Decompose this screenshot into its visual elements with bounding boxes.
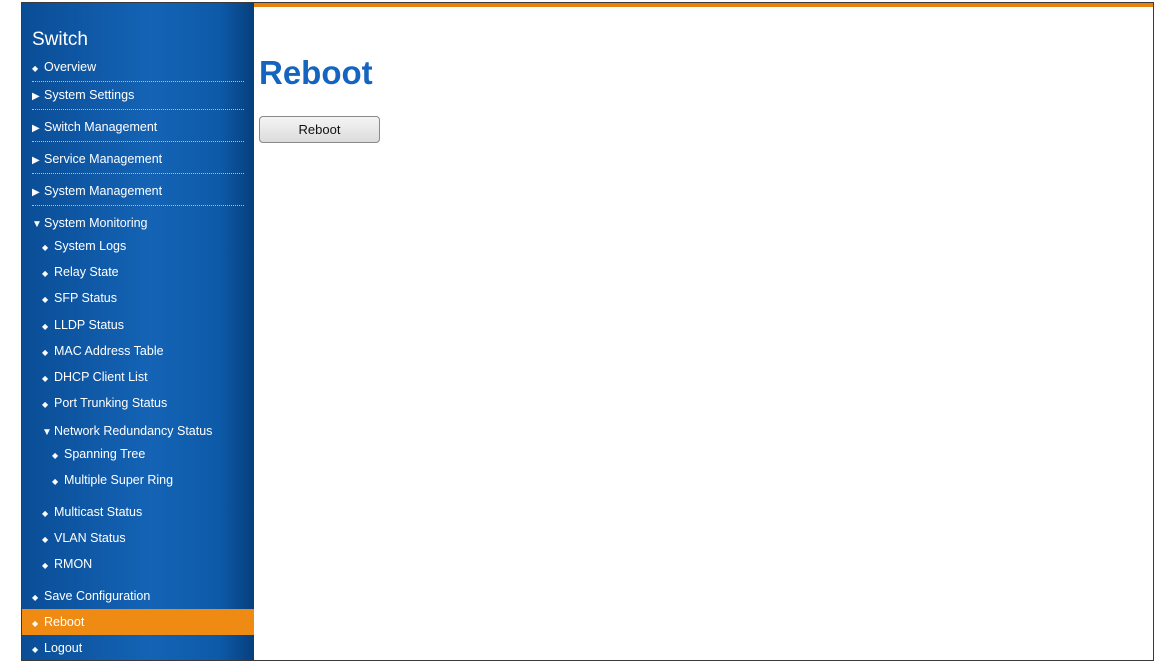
bullet-icon: ◆	[42, 348, 49, 357]
sidebar-item-system-logs[interactable]: ◆ System Logs	[22, 234, 254, 258]
page-title: Reboot	[259, 54, 373, 91]
bullet-icon: ◆	[42, 322, 49, 331]
sidebar-item-label: Reboot	[44, 615, 85, 629]
sidebar-item-rmon[interactable]: ◆ RMON	[22, 552, 254, 576]
sidebar-item-label: Network Redundancy Status	[54, 424, 213, 438]
sidebar-item-save-configuration[interactable]: ◆ Save Configuration	[22, 584, 244, 608]
sidebar-item-label: Relay State	[54, 265, 119, 279]
sidebar-item-port-trunking-status[interactable]: ◆ Port Trunking Status	[22, 391, 254, 415]
sidebar-item-system-settings[interactable]: ▶ System Settings	[22, 83, 244, 110]
sidebar-item-label: Save Configuration	[44, 589, 151, 603]
sidebar-item-dhcp-client-list[interactable]: ◆ DHCP Client List	[22, 365, 254, 389]
sidebar-item-vlan-status[interactable]: ◆ VLAN Status	[22, 526, 254, 550]
bullet-icon: ◆	[32, 64, 39, 73]
sidebar-item-label: Multicast Status	[54, 505, 143, 519]
sidebar-item-label: Switch Management	[44, 120, 158, 134]
sidebar-item-label: Spanning Tree	[64, 447, 146, 461]
expand-arrow-icon: ▶	[32, 123, 40, 134]
sidebar-item-multicast-status[interactable]: ◆ Multicast Status	[22, 500, 254, 524]
reboot-button[interactable]: Reboot	[259, 116, 380, 143]
sidebar-item-label: RMON	[54, 557, 93, 571]
sidebar-item-label: VLAN Status	[54, 531, 126, 545]
app-frame: Switch ◆ Overview ▶ System Settings ▶ Switc…	[21, 2, 1154, 661]
sidebar-item-system-management[interactable]: ▶ System Management	[22, 179, 244, 206]
sidebar-item-lldp-status[interactable]: ◆ LLDP Status	[22, 313, 254, 337]
sidebar-item-label: LLDP Status	[54, 318, 124, 332]
sidebar-item-label: DHCP Client List	[54, 370, 148, 384]
sidebar-item-spanning-tree[interactable]: ◆ Spanning Tree	[22, 442, 264, 466]
sidebar: Switch ◆ Overview ▶ System Settings ▶ Switc…	[22, 3, 254, 660]
bullet-icon: ◆	[52, 451, 59, 460]
bullet-icon: ◆	[32, 619, 39, 628]
sidebar-item-label: System Settings	[44, 88, 135, 102]
bullet-icon: ◆	[42, 535, 49, 544]
bullet-icon: ◆	[42, 374, 49, 383]
sidebar-item-network-redundancy-status[interactable]: ▼ Network Redundancy Status	[22, 419, 254, 443]
sidebar-item-system-monitoring[interactable]: ▼ System Monitoring	[22, 211, 244, 235]
sidebar-item-overview[interactable]: ◆ Overview	[22, 55, 244, 82]
sidebar-item-label: System Logs	[54, 239, 127, 253]
sidebar-item-mac-address-table[interactable]: ◆ MAC Address Table	[22, 339, 254, 363]
bullet-icon: ◆	[42, 295, 49, 304]
sidebar-item-label: Port Trunking Status	[54, 396, 168, 410]
expand-arrow-icon: ▶	[32, 155, 40, 166]
sidebar-item-service-management[interactable]: ▶ Service Management	[22, 147, 244, 174]
bullet-icon: ◆	[32, 593, 39, 602]
bullet-icon: ◆	[42, 400, 49, 409]
sidebar-item-label: System Management	[44, 184, 163, 198]
sidebar-item-label: System Monitoring	[44, 216, 148, 230]
sidebar-item-label: SFP Status	[54, 291, 117, 305]
bullet-icon: ◆	[42, 509, 49, 518]
expand-arrow-icon: ▶	[32, 91, 40, 102]
sidebar-item-label: Logout	[44, 641, 83, 655]
sidebar-item-switch-management[interactable]: ▶ Switch Management	[22, 115, 244, 142]
sidebar-item-label: Multiple Super Ring	[64, 473, 174, 487]
sidebar-item-label: MAC Address Table	[54, 344, 164, 358]
sidebar-item-relay-state[interactable]: ◆ Relay State	[22, 260, 254, 284]
bullet-icon: ◆	[32, 645, 39, 654]
sidebar-item-label: Overview	[44, 60, 97, 74]
sidebar-item-multiple-super-ring[interactable]: ◆ Multiple Super Ring	[22, 468, 264, 492]
sidebar-item-label: Service Management	[44, 152, 163, 166]
bullet-icon: ◆	[42, 561, 49, 570]
sidebar-item-logout[interactable]: ◆ Logout	[22, 636, 244, 660]
sidebar-item-reboot[interactable]: ◆ Reboot	[22, 609, 254, 635]
bullet-icon: ◆	[42, 243, 49, 252]
bullet-icon: ◆	[42, 269, 49, 278]
bullet-icon: ◆	[52, 477, 59, 486]
sidebar-item-sfp-status[interactable]: ◆ SFP Status	[22, 286, 254, 310]
sidebar-title: Switch	[32, 29, 88, 50]
expand-arrow-icon: ▶	[32, 187, 40, 198]
